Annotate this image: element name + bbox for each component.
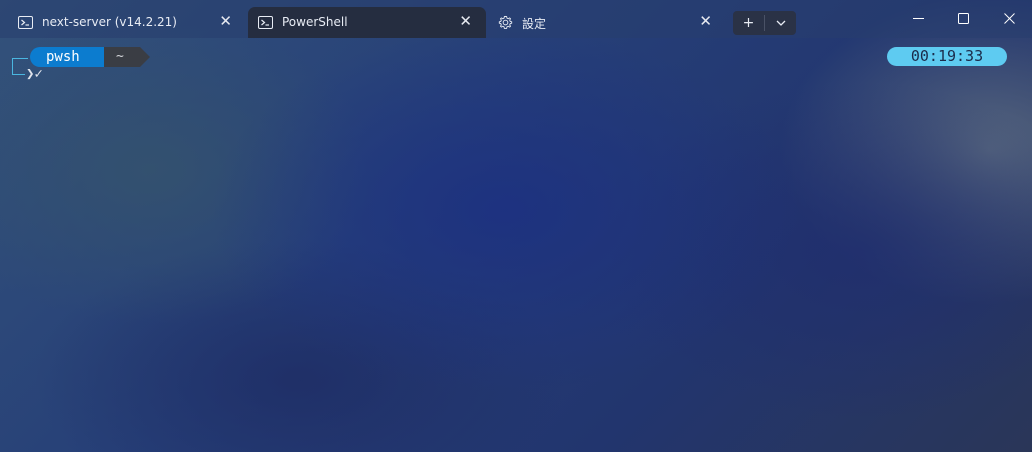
close-icon (1003, 12, 1015, 24)
close-tab-icon[interactable]: ✕ (699, 12, 712, 30)
maximize-button[interactable] (948, 7, 978, 29)
prompt-shell-segment: pwsh (30, 47, 114, 67)
chevron-down-icon (776, 20, 785, 26)
tab-settings[interactable]: 設定 ✕ (488, 7, 726, 38)
tab-dropdown-button[interactable] (765, 11, 796, 35)
tab-label: next-server (v14.2.21) (42, 15, 177, 29)
minimize-icon (912, 17, 924, 19)
maximize-icon (957, 12, 969, 24)
close-tab-icon[interactable]: ✕ (459, 12, 472, 30)
close-window-button[interactable] (994, 7, 1024, 29)
tab-label: PowerShell (282, 15, 348, 29)
powershell-icon (258, 16, 273, 29)
minimize-button[interactable] (903, 7, 933, 29)
prompt-indicator[interactable]: ❯✓ (26, 66, 43, 82)
prompt-path-segment: ~ (104, 47, 150, 67)
tab-label: 設定 (522, 17, 547, 31)
prompt-connector (12, 58, 25, 75)
new-tab-button[interactable]: + (733, 11, 764, 35)
new-tab-group: + (733, 11, 796, 35)
prompt-clock: 00:19:33 (887, 47, 1007, 66)
tab-powershell[interactable]: PowerShell ✕ (248, 7, 486, 38)
close-tab-icon[interactable]: ✕ (219, 12, 232, 30)
tab-next-server[interactable]: next-server (v14.2.21) ✕ (8, 7, 246, 38)
powershell-icon (18, 16, 33, 29)
gear-icon (498, 15, 513, 29)
